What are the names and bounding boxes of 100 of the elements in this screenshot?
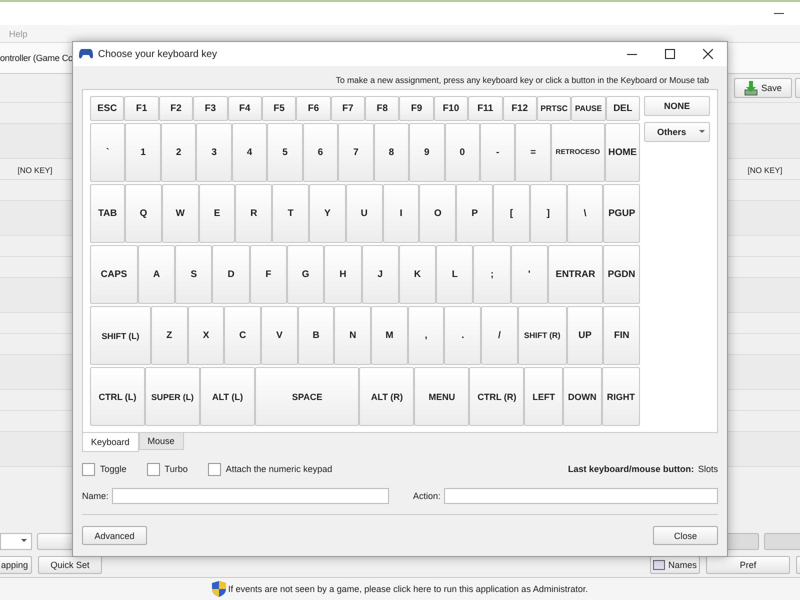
key-button[interactable]: 2	[160, 123, 196, 182]
key-button[interactable]: CTRL (L)	[90, 367, 146, 426]
key-button[interactable]: PGDN	[602, 245, 640, 304]
checkbox[interactable]	[208, 462, 221, 476]
key-button[interactable]: 4	[232, 123, 268, 182]
key-button[interactable]: F2	[158, 96, 194, 121]
admin-link[interactable]: If events are not seen by a game, please click here to run this application as Administrator.	[228, 584, 588, 594]
key-button[interactable]: 8	[374, 123, 410, 182]
key-button[interactable]: B	[298, 306, 334, 365]
key-button[interactable]: F6	[296, 96, 331, 121]
key-button[interactable]: G	[286, 245, 324, 304]
key-button[interactable]: F3	[193, 96, 228, 121]
key-button[interactable]: C	[224, 306, 262, 365]
key-button[interactable]: ALT (R)	[359, 367, 414, 426]
checkbox[interactable]	[82, 462, 95, 476]
key-button[interactable]: ESC	[90, 96, 124, 121]
key-button[interactable]: DEL	[606, 96, 640, 121]
key-button[interactable]: `	[90, 123, 126, 182]
key-button[interactable]: ,	[408, 306, 444, 365]
key-button[interactable]: ALT (L)	[200, 367, 256, 426]
key-button[interactable]: D	[212, 245, 250, 304]
input-field[interactable]	[112, 488, 389, 504]
key-button[interactable]: W	[162, 184, 199, 243]
save-button[interactable]: Save	[734, 78, 792, 98]
minimize-icon[interactable]	[774, 12, 784, 14]
key-button[interactable]: MENU	[414, 367, 470, 426]
key-button[interactable]: X	[188, 306, 224, 365]
key-button[interactable]: CTRL (R)	[469, 367, 524, 426]
tab[interactable]: Mouse	[138, 433, 184, 450]
key-button[interactable]: M	[371, 306, 408, 365]
key-button[interactable]: TAB	[90, 184, 126, 243]
key-button[interactable]: F4	[228, 96, 262, 121]
advanced-button[interactable]: Advanced	[82, 526, 147, 545]
key-button[interactable]: F1	[124, 96, 159, 121]
key-button[interactable]: E	[198, 184, 236, 243]
key-button[interactable]: F7	[330, 96, 365, 121]
key-button[interactable]: SUPER (L)	[145, 367, 200, 426]
key-button[interactable]: R	[235, 184, 272, 243]
key-button[interactable]: F5	[262, 96, 296, 121]
none-button[interactable]: NONE	[644, 96, 710, 116]
key-button[interactable]: 9	[409, 123, 445, 182]
names-button[interactable]: Names	[650, 556, 700, 574]
key-button[interactable]: DOWN	[563, 367, 602, 426]
key-button[interactable]: -	[480, 123, 516, 182]
key-button[interactable]: S	[175, 245, 212, 304]
key-button[interactable]: F	[250, 245, 287, 304]
key-button[interactable]: \	[566, 184, 604, 243]
key-button[interactable]: 0	[444, 123, 480, 182]
key-button[interactable]: ]	[530, 184, 567, 243]
key-button[interactable]: F10	[434, 96, 468, 121]
key-button[interactable]: '	[510, 245, 548, 304]
checkbox[interactable]	[146, 462, 160, 476]
key-button[interactable]: FIN	[603, 306, 640, 365]
key-button[interactable]: 7	[338, 123, 374, 182]
key-button[interactable]: U	[346, 184, 383, 243]
key-button[interactable]: PAUSE	[571, 96, 606, 121]
key-button[interactable]: Z	[150, 306, 188, 365]
close-button[interactable]: Close	[653, 526, 718, 545]
pref-button[interactable]: Pref	[706, 556, 790, 574]
key-button[interactable]: F11	[468, 96, 502, 121]
key-button[interactable]: LEFT	[524, 367, 564, 426]
key-button[interactable]: L	[436, 245, 474, 304]
key-button[interactable]: [	[493, 184, 530, 243]
key-button[interactable]: 6	[302, 123, 338, 182]
key-button[interactable]: P	[456, 184, 494, 243]
key-button[interactable]: F8	[365, 96, 400, 121]
key-button[interactable]: HOME	[604, 123, 640, 182]
key-button[interactable]: CAPS	[90, 245, 138, 304]
key-button[interactable]: K	[398, 245, 436, 304]
key-button[interactable]: =	[515, 123, 551, 182]
key-button[interactable]: SPACE	[255, 367, 360, 426]
key-button[interactable]: 5	[267, 123, 303, 182]
key-button[interactable]: PGUP	[603, 184, 640, 243]
key-button[interactable]: ;	[473, 245, 511, 304]
key-button[interactable]: PRTSC	[536, 96, 572, 121]
key-button[interactable]: H	[324, 245, 362, 304]
key-button[interactable]: Q	[125, 184, 162, 243]
key-button[interactable]: SHIFT (L)	[90, 306, 151, 365]
others-dropdown[interactable]: Others	[644, 122, 710, 142]
key-button[interactable]: .	[444, 306, 482, 365]
key-button[interactable]: F9	[399, 96, 434, 121]
key-button[interactable]: O	[419, 184, 456, 243]
key-button[interactable]: UP	[566, 306, 604, 365]
key-button[interactable]: RIGHT	[602, 367, 640, 426]
input-field[interactable]	[444, 488, 718, 504]
key-button[interactable]: ENTRAR	[548, 245, 603, 304]
dropdown[interactable]	[0, 532, 32, 550]
shield-icon[interactable]	[212, 581, 226, 597]
key-button[interactable]: I	[382, 184, 420, 243]
key-button[interactable]: 3	[196, 123, 232, 182]
quick-set-button[interactable]: Quick Set	[38, 556, 102, 574]
key-button[interactable]: F12	[502, 96, 537, 121]
key-button[interactable]: V	[261, 306, 298, 365]
key-button[interactable]: A	[138, 245, 176, 304]
key-button[interactable]: J	[362, 245, 399, 304]
tab[interactable]: Keyboard	[82, 433, 139, 452]
mapping-button[interactable]: apping	[0, 556, 32, 574]
key-button[interactable]: Y	[309, 184, 346, 243]
key-button[interactable]: /	[481, 306, 518, 365]
key-button[interactable]: T	[272, 184, 310, 243]
